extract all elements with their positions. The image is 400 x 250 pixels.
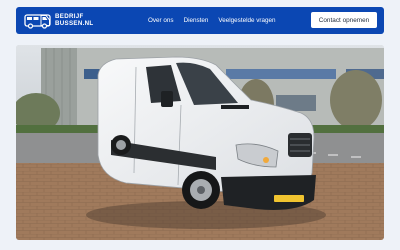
van-icon [24, 14, 51, 29]
nav-link-veelgestelde-vragen[interactable]: Veelgestelde vragen [218, 17, 275, 24]
hero-image [16, 45, 384, 240]
nav-link-over-ons[interactable]: Over ons [148, 17, 174, 24]
nav-link-diensten[interactable]: Diensten [184, 17, 209, 24]
brand-line-2: BUSSEN.NL [55, 19, 94, 27]
brand-logo[interactable]: BEDRIJF BUSSEN.NL [24, 11, 93, 30]
brand-name: BEDRIJF BUSSEN.NL [55, 13, 94, 27]
site-header: BEDRIJF BUSSEN.NL Over ons Diensten Veel… [16, 7, 384, 34]
contact-button[interactable]: Contact opnemen [311, 12, 377, 28]
white-cargo-van-photo [16, 45, 384, 240]
main-nav: Over ons Diensten Veelgestelde vragen [148, 7, 286, 34]
